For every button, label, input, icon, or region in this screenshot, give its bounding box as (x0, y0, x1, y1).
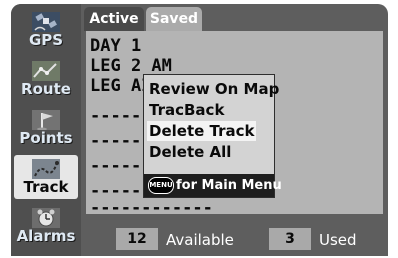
points-flag-icon (32, 110, 60, 130)
sidebar-item-label: Alarms (16, 227, 76, 245)
list-item[interactable]: LEG 2 AM (90, 56, 172, 76)
sidebar-item-label: Track (23, 178, 69, 196)
alarm-clock-icon (32, 208, 60, 228)
tab-saved[interactable]: Saved (146, 7, 202, 31)
status-bar: 12 Available 3 Used (86, 218, 383, 256)
sidebar-item-alarms[interactable]: Alarms (14, 204, 78, 248)
sidebar-item-label: Points (19, 129, 73, 147)
sidebar-item-route[interactable]: Route (14, 57, 78, 101)
menu-item-tracback[interactable]: TracBack (147, 100, 226, 120)
menu-item-delete-all[interactable]: Delete All (147, 142, 233, 162)
gps-satellite-icon (32, 12, 60, 32)
used-label: Used (319, 231, 357, 249)
tab-active[interactable]: Active (84, 7, 144, 31)
sidebar-item-points[interactable]: Points (14, 106, 78, 150)
used-count: 3 (269, 228, 311, 250)
sidebar-item-label: GPS (28, 31, 64, 49)
sidebar-item-track[interactable]: Track (14, 155, 78, 199)
available-count: 12 (116, 228, 158, 250)
available-label: Available (166, 231, 234, 249)
sidebar-item-label: Route (21, 80, 71, 98)
route-map-icon (32, 61, 60, 81)
empty-slot: ------------ (90, 198, 213, 218)
list-item[interactable]: DAY 1 (90, 36, 141, 56)
sidebar: GPS Route Points Track Alarms (11, 4, 81, 256)
sidebar-item-gps[interactable]: GPS (14, 8, 78, 52)
menu-item-delete-track[interactable]: Delete Track (147, 121, 257, 141)
menu-hint-text: for Main Menu (176, 178, 282, 193)
options-menu: Review On Map TracBack Delete Track Dele… (143, 74, 282, 198)
menu-item-review-on-map[interactable]: Review On Map (147, 79, 281, 99)
menu-key-icon: MENU (148, 177, 174, 194)
device-screen: GPS Route Points Track Alarms Active Sav… (11, 4, 388, 256)
menu-hint: MENU for Main Menu (144, 174, 282, 197)
track-trail-icon (32, 159, 60, 179)
